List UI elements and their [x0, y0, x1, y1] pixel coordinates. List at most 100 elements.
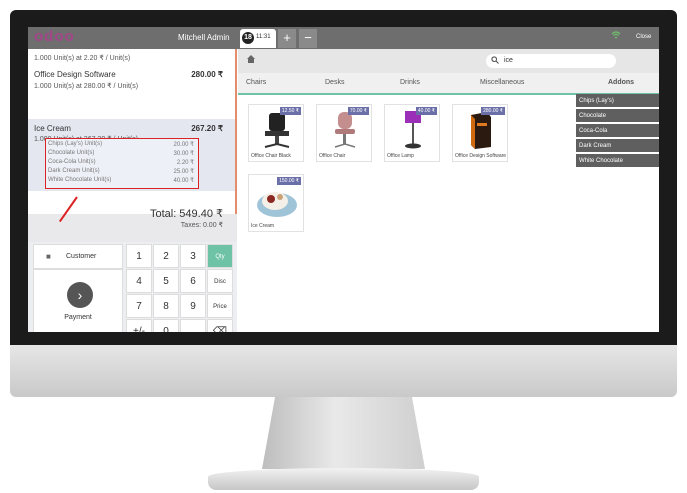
price-tag: 12.50 ₹ [279, 107, 301, 115]
product-card[interactable]: 70.00 ₹ Office Chair [316, 104, 372, 162]
product-name: Office Chair Black [251, 153, 291, 159]
order-line-price: 280.00 ₹ [191, 70, 223, 79]
key-6[interactable]: 6 [180, 269, 206, 293]
addon-name: White Chocolate Unit(s) [48, 177, 112, 183]
addon-row: Dark Cream Unit(s) 25.00 ₹ [48, 168, 196, 175]
disc-mode-button[interactable]: Disc [207, 269, 233, 293]
addon-price: 2.20 ₹ [176, 160, 194, 166]
payment-label: Payment [64, 314, 92, 321]
qty-mode-button[interactable]: Qty [207, 244, 233, 268]
order-line-price: 267.20 ₹ [191, 124, 223, 133]
search-box[interactable]: ice [486, 54, 616, 68]
order-line-detail: 1.000 Unit(s) at 280.00 ₹ / Unit(s) [34, 83, 139, 90]
addon-name: Chips (Lay's) Unit(s) [48, 141, 103, 147]
addons-box: Chips (Lay's) Unit(s) 20.00 ₹ Chocolate U… [45, 138, 199, 189]
customer-label: Customer [66, 253, 97, 260]
key-0[interactable]: 0 [153, 319, 179, 332]
office-design-software-image [457, 109, 505, 151]
key-decimal[interactable]: . [180, 319, 206, 332]
product-panel: ice Chairs Desks Drinks Miscellaneous Ad… [238, 49, 659, 332]
price-tag: 150.00 ₹ [277, 177, 301, 185]
addon-name: Chocolate Unit(s) [48, 150, 95, 156]
price-tag: 40.00 ₹ [415, 107, 437, 115]
product-card[interactable]: 150.00 ₹ Ice Cream [248, 174, 304, 232]
category-bar: Chairs Desks Drinks Miscellaneous Addons [238, 73, 659, 95]
key-8[interactable]: 8 [153, 294, 179, 318]
category-drinks[interactable]: Drinks [400, 79, 420, 86]
search-icon [491, 56, 499, 66]
top-bar: odoo Mitchell Admin 18 11:31 + − Close [28, 27, 659, 49]
payment-button[interactable]: › Payment [33, 269, 123, 332]
category-miscellaneous[interactable]: Miscellaneous [480, 79, 524, 86]
order-line-name[interactable]: Ice Cream [34, 124, 71, 133]
office-lamp-image [389, 109, 437, 151]
numpad-area: ■ Customer › Payment 1 2 3 Qty 4 5 6 Dis… [28, 242, 237, 332]
price-tag: 70.00 ₹ [347, 107, 369, 115]
addon-price: 40.00 ₹ [173, 178, 195, 184]
product-name: Office Lamp [387, 153, 414, 159]
key-4[interactable]: 4 [126, 269, 152, 293]
user-icon: ■ [46, 252, 51, 261]
addon-name: Dark Cream Unit(s) [48, 168, 100, 174]
product-card[interactable]: 12.50 ₹ Office Chair Black [248, 104, 304, 162]
category-chairs[interactable]: Chairs [246, 79, 266, 86]
key-1[interactable]: 1 [126, 244, 152, 268]
odoo-logo: odoo [34, 28, 75, 45]
remove-order-button[interactable]: − [299, 29, 317, 48]
user-name[interactable]: Mitchell Admin [178, 33, 230, 42]
monitor: odoo Mitchell Admin 18 11:31 + − Close 1… [0, 0, 687, 493]
key-7[interactable]: 7 [126, 294, 152, 318]
product-card[interactable]: 40.00 ₹ Office Lamp [384, 104, 440, 162]
key-3[interactable]: 3 [180, 244, 206, 268]
addon-item[interactable]: Coca-Cola [576, 124, 659, 138]
home-icon[interactable] [242, 54, 260, 68]
close-button[interactable]: Close [636, 34, 651, 40]
addon-list: Chips (Lay's) Chocolate Coca-Cola Dark C… [576, 94, 659, 174]
addon-row: Chips (Lay's) Unit(s) 20.00 ₹ [48, 141, 196, 148]
monitor-stand-base [208, 468, 479, 490]
addon-item[interactable]: Chips (Lay's) [576, 94, 659, 108]
addon-item[interactable]: Chocolate [576, 109, 659, 123]
key-sign[interactable]: +/- [126, 319, 152, 332]
addon-price: 25.00 ₹ [173, 169, 195, 175]
order-total: Total: 549.40 ₹ [149, 208, 223, 220]
product-name: Office Chair [319, 153, 346, 159]
product-header: ice [238, 49, 659, 73]
order-line-name[interactable]: Office Design Software [34, 70, 116, 79]
order-taxes: Taxes: 0.00 ₹ [180, 222, 223, 229]
customer-button[interactable]: ■ Customer [33, 244, 123, 269]
product-name: Office Design Software [455, 153, 507, 159]
order-panel: 1.000 Unit(s) at 2.20 ₹ / Unit(s) Office… [28, 49, 237, 332]
screen: odoo Mitchell Admin 18 11:31 + − Close 1… [28, 27, 659, 332]
search-input[interactable]: ice [504, 57, 513, 64]
addon-row: Chocolate Unit(s) 30.00 ₹ [48, 150, 196, 157]
wifi-icon [611, 31, 621, 42]
backspace-icon[interactable]: ⌫ [207, 319, 233, 332]
add-order-button[interactable]: + [278, 29, 296, 48]
addon-item[interactable]: Dark Cream [576, 139, 659, 153]
addon-row: Coca-Cola Unit(s) 2.20 ₹ [48, 159, 196, 166]
order-number: 18 [242, 32, 254, 44]
category-addons[interactable]: Addons [608, 79, 634, 86]
category-desks[interactable]: Desks [325, 79, 344, 86]
office-chair-black-image [253, 109, 301, 151]
line-detail-prev: 1.000 Unit(s) at 2.20 ₹ / Unit(s) [34, 55, 131, 62]
addon-price: 20.00 ₹ [173, 142, 195, 148]
annotation-arrow [58, 196, 78, 223]
addon-price: 30.00 ₹ [173, 151, 195, 157]
key-5[interactable]: 5 [153, 269, 179, 293]
addon-item[interactable]: White Chocolate [576, 154, 659, 168]
order-time: 11:31 [256, 34, 271, 40]
office-chair-image [321, 109, 369, 151]
key-9[interactable]: 9 [180, 294, 206, 318]
price-mode-button[interactable]: Price [207, 294, 233, 318]
chevron-right-icon: › [67, 282, 93, 308]
product-name: Ice Cream [251, 223, 275, 229]
key-2[interactable]: 2 [153, 244, 179, 268]
monitor-chin [10, 345, 677, 397]
product-card[interactable]: 280.00 ₹ Office Design Software [452, 104, 508, 162]
ice-cream-image [253, 179, 301, 221]
order-tab[interactable]: 18 11:31 [240, 29, 276, 48]
monitor-stand-neck [262, 397, 425, 469]
price-tag: 280.00 ₹ [481, 107, 505, 115]
